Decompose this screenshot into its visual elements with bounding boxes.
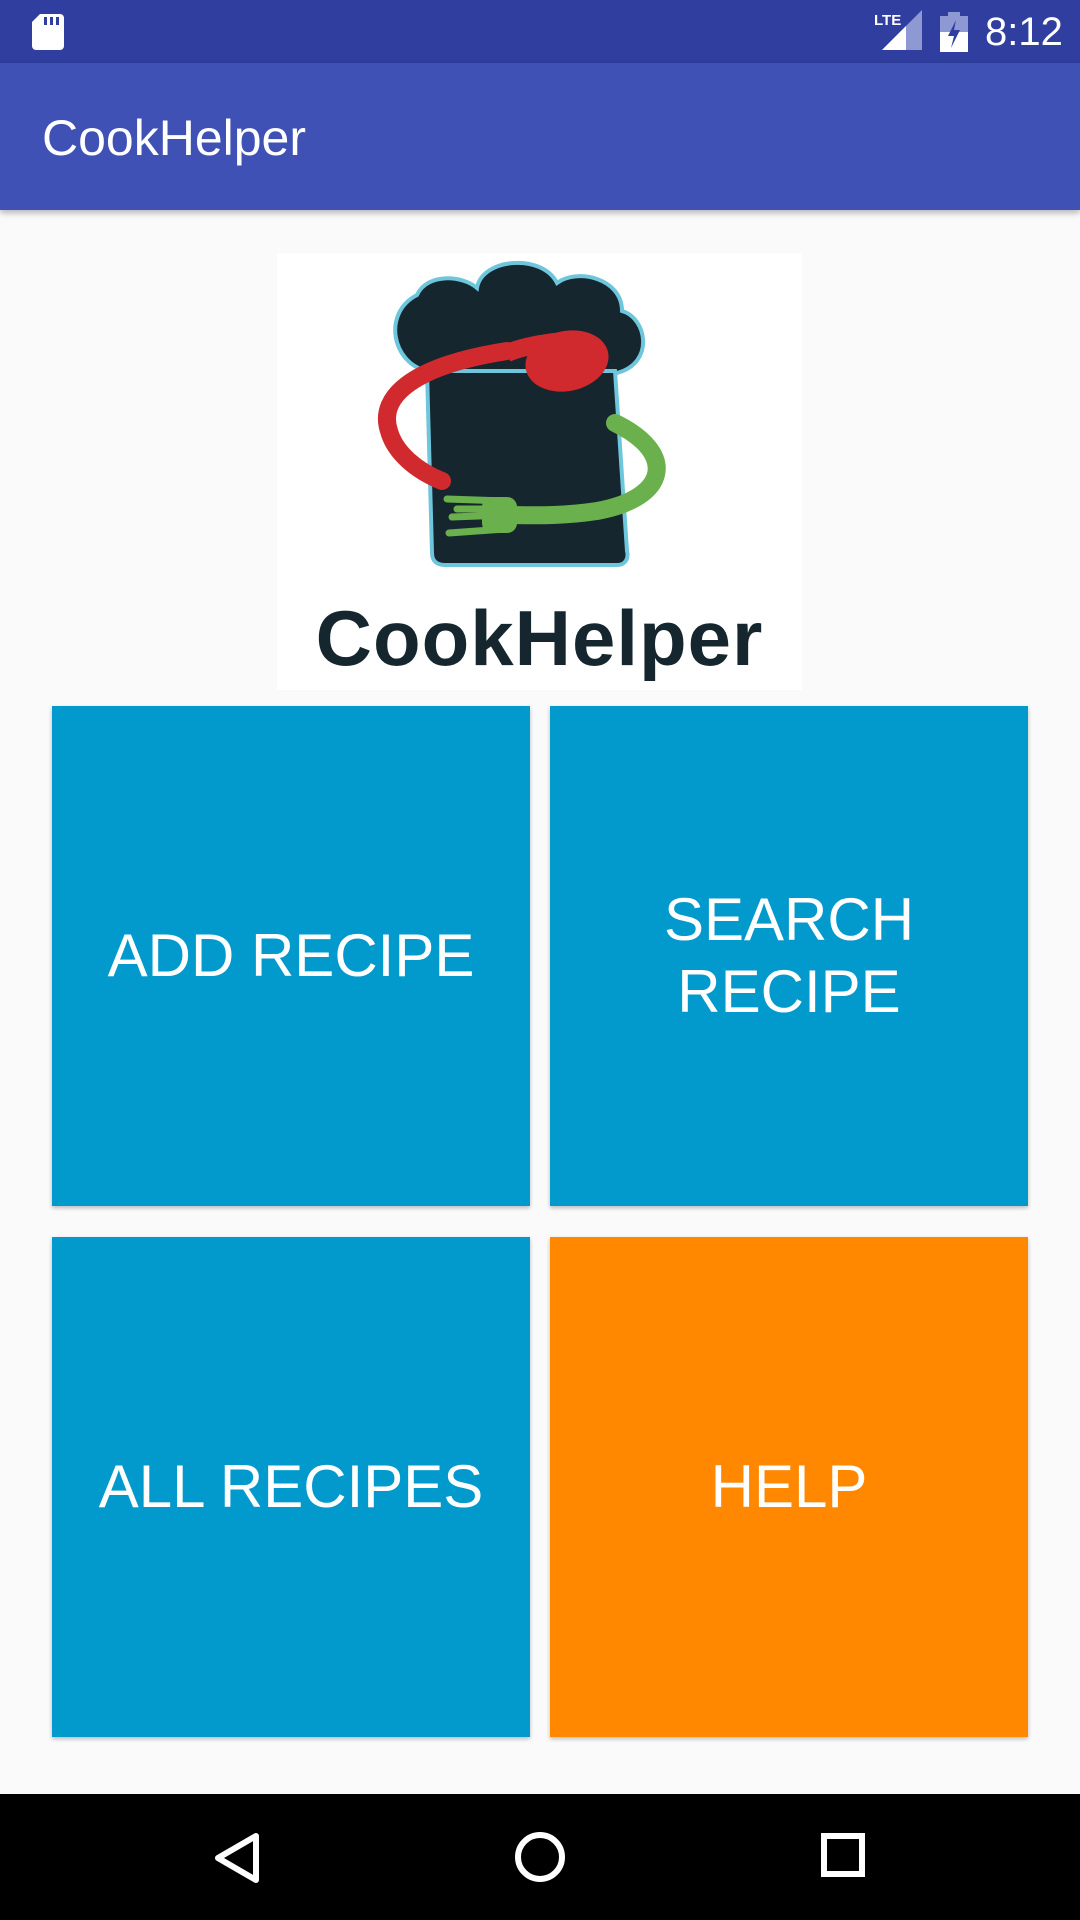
help-button[interactable]: HELP <box>550 1237 1028 1737</box>
search-recipe-label: SEARCH RECIPE <box>639 884 939 1028</box>
cookhelper-logo: CookHelper <box>277 253 802 690</box>
app-bar: CookHelper <box>0 63 1080 210</box>
all-recipes-button[interactable]: ALL RECIPES <box>52 1237 530 1737</box>
app-title: CookHelper <box>42 110 307 166</box>
navigation-bar <box>0 1794 1080 1920</box>
search-recipe-label-line2: RECIPE <box>677 958 901 1025</box>
lte-signal-icon: LTE <box>874 10 922 50</box>
network-label: LTE <box>874 12 901 29</box>
help-label: HELP <box>710 1453 868 1520</box>
chef-hat-logo-icon <box>378 261 666 567</box>
sd-card-icon <box>32 14 64 50</box>
all-recipes-label: ALL RECIPES <box>98 1453 484 1520</box>
back-icon[interactable] <box>212 1832 260 1884</box>
add-recipe-button[interactable]: ADD RECIPE <box>52 706 530 1206</box>
search-recipe-label-line1: SEARCH <box>663 886 915 953</box>
add-recipe-label: ADD RECIPE <box>107 922 475 989</box>
status-bar: LTE 8:12 <box>0 0 1080 63</box>
search-recipe-button[interactable]: SEARCH RECIPE <box>550 706 1028 1206</box>
recents-icon[interactable] <box>820 1832 866 1878</box>
status-clock: 8:12 <box>985 10 1063 54</box>
logo-wordmark: CookHelper <box>315 594 764 682</box>
battery-charging-icon <box>940 12 968 52</box>
home-icon[interactable] <box>514 1831 566 1883</box>
